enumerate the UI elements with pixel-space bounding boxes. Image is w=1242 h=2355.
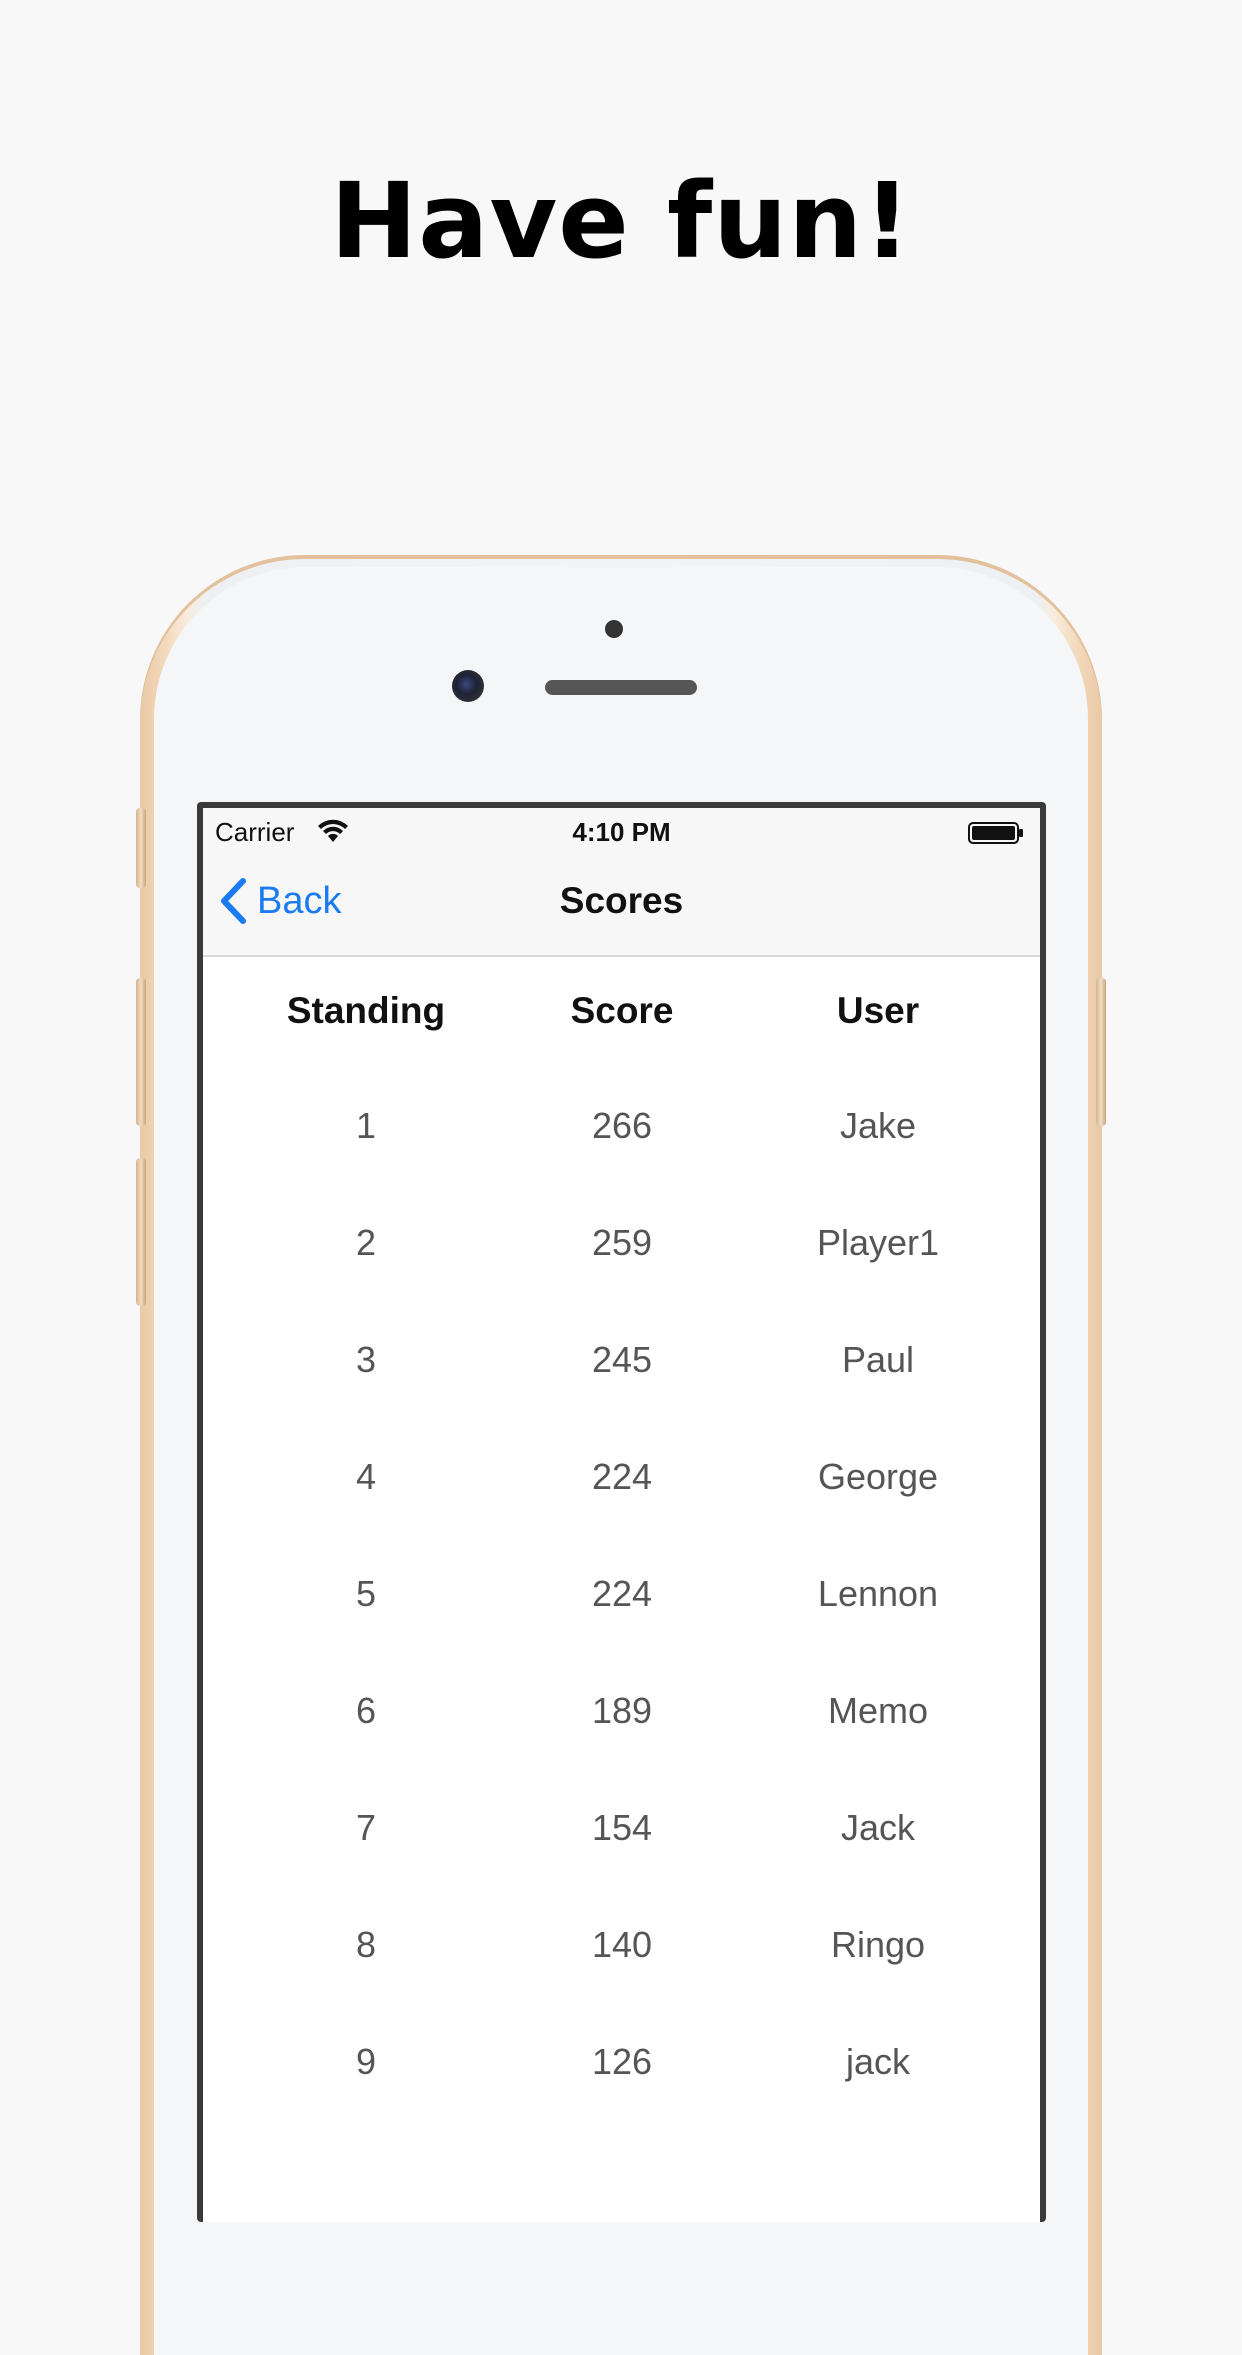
column-header-user: User: [836, 990, 920, 1031]
standing-cell: 1: [355, 1104, 377, 1146]
score-cell: 189: [591, 1689, 653, 1731]
navigation-area: Carrier 4:10 PM Back Scores: [203, 808, 1040, 957]
standing-cell: 9: [355, 2040, 377, 2082]
table-row[interactable]: 1 266 Jake: [203, 1067, 1040, 1184]
user-cell: jack: [845, 2040, 911, 2082]
front-camera: [452, 670, 484, 702]
score-cell: 154: [591, 1806, 653, 1848]
app-screen: Carrier 4:10 PM Back Scores Standing Sco…: [203, 808, 1040, 2222]
table-row[interactable]: 2 259 Player1: [203, 1184, 1040, 1301]
table-row[interactable]: 4 224 George: [203, 1418, 1040, 1535]
table-header-row: Standing Score User: [203, 955, 1040, 1067]
standing-cell: 5: [355, 1572, 377, 1614]
earpiece-speaker: [545, 680, 697, 695]
volume-down-button: [136, 1158, 146, 1306]
standing-cell: 3: [355, 1338, 377, 1380]
user-cell: Player1: [816, 1221, 940, 1263]
standing-cell: 8: [355, 1923, 377, 1965]
status-time: 4:10 PM: [572, 817, 671, 847]
column-header-standing: Standing: [286, 990, 446, 1031]
score-cell: 224: [591, 1572, 653, 1614]
user-cell: Jack: [840, 1806, 916, 1848]
user-cell: Memo: [827, 1689, 929, 1731]
score-cell: 245: [591, 1338, 653, 1380]
power-button: [1096, 978, 1106, 1126]
page-title: Scores: [559, 880, 684, 921]
volume-up-button: [136, 978, 146, 1126]
headline: Have fun!: [330, 160, 912, 282]
standing-cell: 4: [355, 1455, 377, 1497]
status-bar: Carrier 4:10 PM: [203, 808, 1040, 858]
standing-cell: 7: [355, 1806, 377, 1848]
column-header-score: Score: [570, 990, 674, 1031]
user-cell: Jake: [839, 1104, 917, 1146]
score-cell: 259: [591, 1221, 653, 1263]
table-row[interactable]: 6 189 Memo: [203, 1652, 1040, 1769]
scores-table: Standing Score User 1 266 Jake 2 259 Pla…: [203, 955, 1040, 2120]
table-row[interactable]: 7 154 Jack: [203, 1769, 1040, 1886]
standing-cell: 6: [355, 1689, 377, 1731]
table-row[interactable]: 9 126 jack: [203, 2003, 1040, 2120]
score-cell: 224: [591, 1455, 653, 1497]
user-cell: Lennon: [817, 1572, 939, 1614]
user-cell: Paul: [841, 1338, 915, 1380]
score-cell: 140: [591, 1923, 653, 1965]
score-cell: 266: [591, 1104, 653, 1146]
proximity-sensor: [605, 620, 623, 638]
table-row[interactable]: 5 224 Lennon: [203, 1535, 1040, 1652]
user-cell: George: [817, 1455, 939, 1497]
user-cell: Ringo: [830, 1923, 926, 1965]
score-cell: 126: [591, 2040, 653, 2082]
standing-cell: 2: [355, 1221, 377, 1263]
table-row[interactable]: 8 140 Ringo: [203, 1886, 1040, 2003]
phone-screen: Carrier 4:10 PM Back Scores Standing Sco…: [197, 802, 1046, 2222]
mute-switch: [136, 808, 146, 888]
battery-icon: [968, 822, 1023, 844]
table-row[interactable]: 3 245 Paul: [203, 1301, 1040, 1418]
